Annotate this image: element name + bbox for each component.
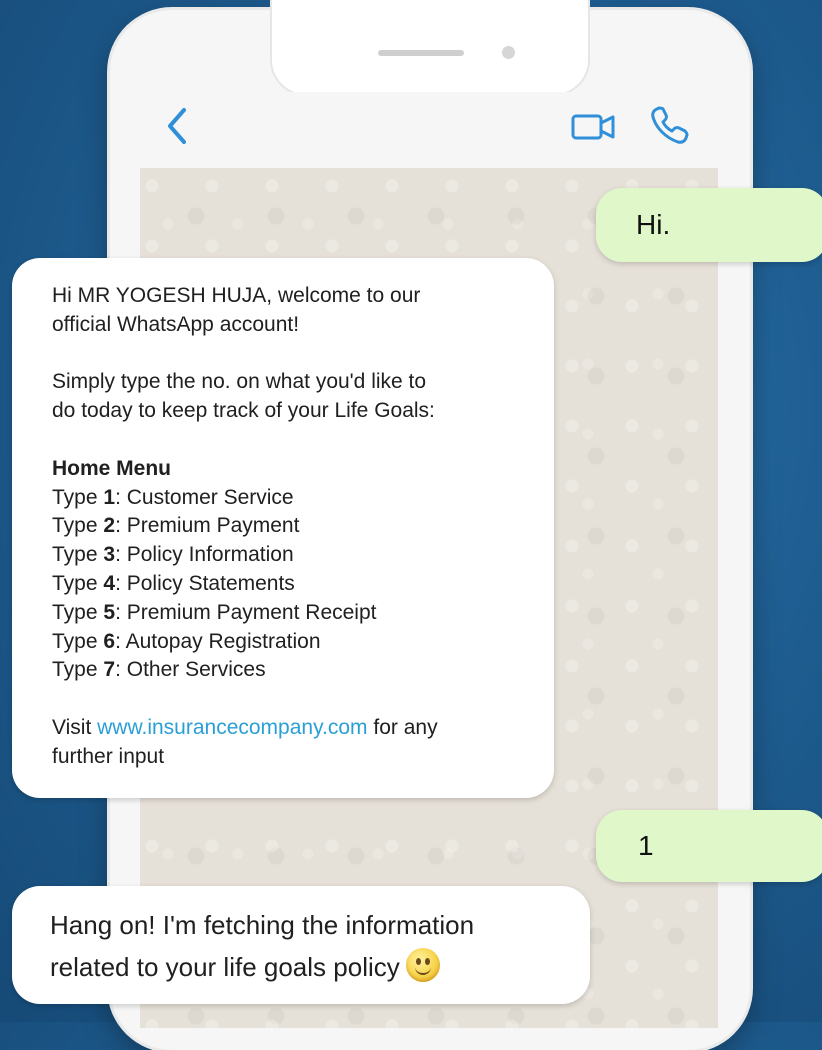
speaker-grille	[378, 50, 464, 56]
video-camera-icon[interactable]	[570, 108, 616, 144]
menu-item: Type 7: Other Services	[52, 658, 266, 682]
message-line: Simply type the no. on what you'd like t…	[52, 370, 427, 394]
phone-notch	[270, 0, 590, 96]
front-camera	[502, 46, 515, 59]
menu-item: Type 3: Policy Information	[52, 543, 294, 567]
message-text: Hi.	[636, 209, 671, 240]
menu-item: Type 2: Premium Payment	[52, 514, 300, 538]
website-link[interactable]: www.insurancecompany.com	[97, 716, 367, 739]
phone-icon[interactable]	[648, 104, 692, 148]
chat-header	[140, 92, 718, 168]
menu-item: Type 5: Premium Payment Receipt	[52, 600, 377, 624]
message-text: 1	[638, 830, 654, 861]
message-line: Hi MR YOGESH HUJA, welcome to our	[52, 284, 421, 307]
message-line: Hang on! I'm fetching the information	[50, 910, 475, 940]
outgoing-message: 1	[596, 810, 822, 882]
incoming-message-fetching: Hang on! I'm fetching the information re…	[12, 886, 590, 1004]
chevron-left-icon[interactable]	[160, 104, 194, 148]
message-line: further input	[52, 744, 165, 768]
home-menu-title: Home Menu	[52, 456, 172, 480]
visit-line: Visit www.insurancecompany.com for any	[52, 715, 438, 739]
outgoing-message: Hi.	[596, 188, 822, 262]
message-line: official WhatsApp account!	[52, 312, 300, 336]
message-line-with-emoji: related to your life goals policy	[50, 946, 562, 988]
message-line: do today to keep track of your Life Goal…	[52, 399, 435, 423]
menu-item: Type 1: Customer Service	[52, 485, 294, 509]
menu-item: Type 4: Policy Statements	[52, 571, 295, 595]
menu-item: Type 6: Autopay Registration	[52, 629, 321, 653]
smiling-face-icon	[405, 948, 440, 982]
incoming-message-welcome: Hi MR YOGESH HUJA, welcome to our offici…	[12, 258, 554, 798]
